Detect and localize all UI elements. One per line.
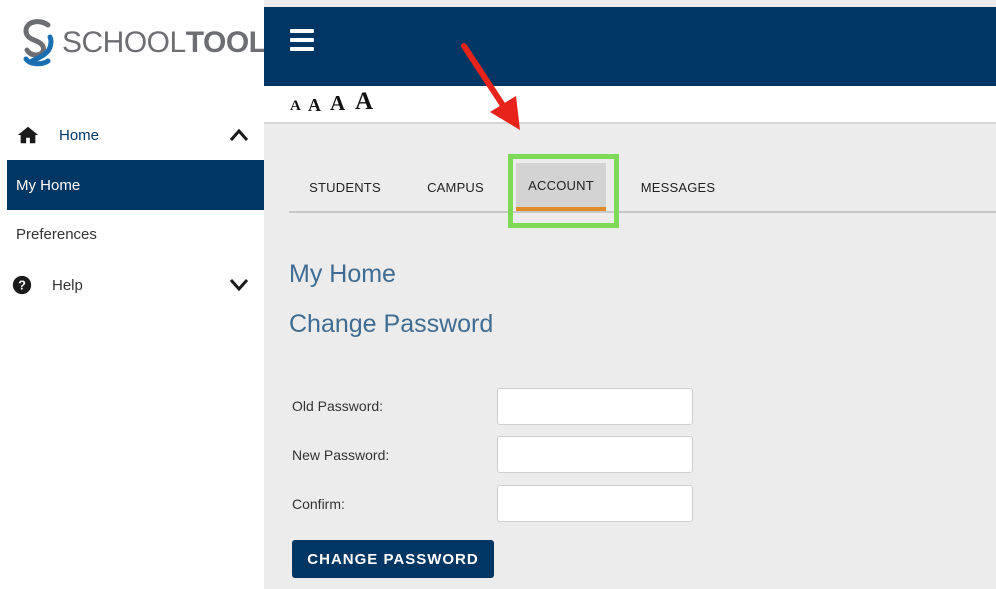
tab-bar: STUDENTS CAMPUS ACCOUNT MESSAGES bbox=[289, 163, 996, 213]
old-password-label: Old Password: bbox=[292, 398, 384, 414]
account-tab-highlight-box bbox=[508, 154, 619, 228]
font-size-medium-button[interactable]: A bbox=[330, 93, 345, 114]
schooltool-logo-icon bbox=[23, 19, 54, 67]
page-title: My Home bbox=[289, 260, 396, 288]
sidebar-item-label: Home bbox=[59, 126, 100, 144]
logo-wordmark: SCHOOLTOOL bbox=[62, 26, 267, 59]
sidebar-item-my-home[interactable]: My Home bbox=[7, 160, 264, 210]
tab-students[interactable]: STUDENTS bbox=[289, 163, 401, 211]
sidebar-item-preferences[interactable]: Preferences bbox=[7, 209, 264, 259]
hamburger-menu-icon[interactable] bbox=[290, 29, 314, 51]
change-password-button[interactable]: CHANGE PASSWORD bbox=[292, 540, 494, 578]
svg-text:?: ? bbox=[18, 278, 26, 293]
question-circle-icon: ? bbox=[12, 275, 32, 295]
sidebar-item-label: My Home bbox=[16, 176, 81, 194]
sidebar-item-home[interactable]: Home bbox=[7, 110, 264, 160]
new-password-label: New Password: bbox=[292, 447, 390, 463]
tab-messages[interactable]: MESSAGES bbox=[619, 163, 737, 211]
section-title: Change Password bbox=[289, 310, 494, 338]
new-password-input[interactable] bbox=[497, 436, 693, 473]
chevron-down-icon[interactable] bbox=[229, 278, 249, 292]
font-size-bar: A A A A bbox=[264, 86, 996, 124]
font-size-smallest-button[interactable]: A bbox=[290, 99, 301, 114]
font-size-small-button[interactable]: A bbox=[308, 96, 321, 114]
sidebar-item-help[interactable]: ? Help bbox=[7, 260, 264, 310]
sidebar-item-label: Preferences bbox=[16, 225, 97, 243]
top-navigation-bar bbox=[264, 7, 996, 86]
chevron-up-icon[interactable] bbox=[229, 128, 249, 142]
sidebar: SCHOOLTOOL Home My Home Preferences ? He… bbox=[0, 0, 267, 589]
font-size-large-button[interactable]: A bbox=[355, 89, 373, 114]
old-password-input[interactable] bbox=[497, 388, 693, 425]
home-icon bbox=[17, 126, 39, 144]
confirm-password-input[interactable] bbox=[497, 485, 693, 522]
confirm-password-label: Confirm: bbox=[292, 496, 345, 512]
red-arrow-annotation bbox=[461, 43, 520, 130]
tab-campus[interactable]: CAMPUS bbox=[413, 163, 498, 211]
sidebar-item-label: Help bbox=[52, 276, 83, 294]
schooltool-logo[interactable]: SCHOOLTOOL bbox=[20, 18, 267, 68]
